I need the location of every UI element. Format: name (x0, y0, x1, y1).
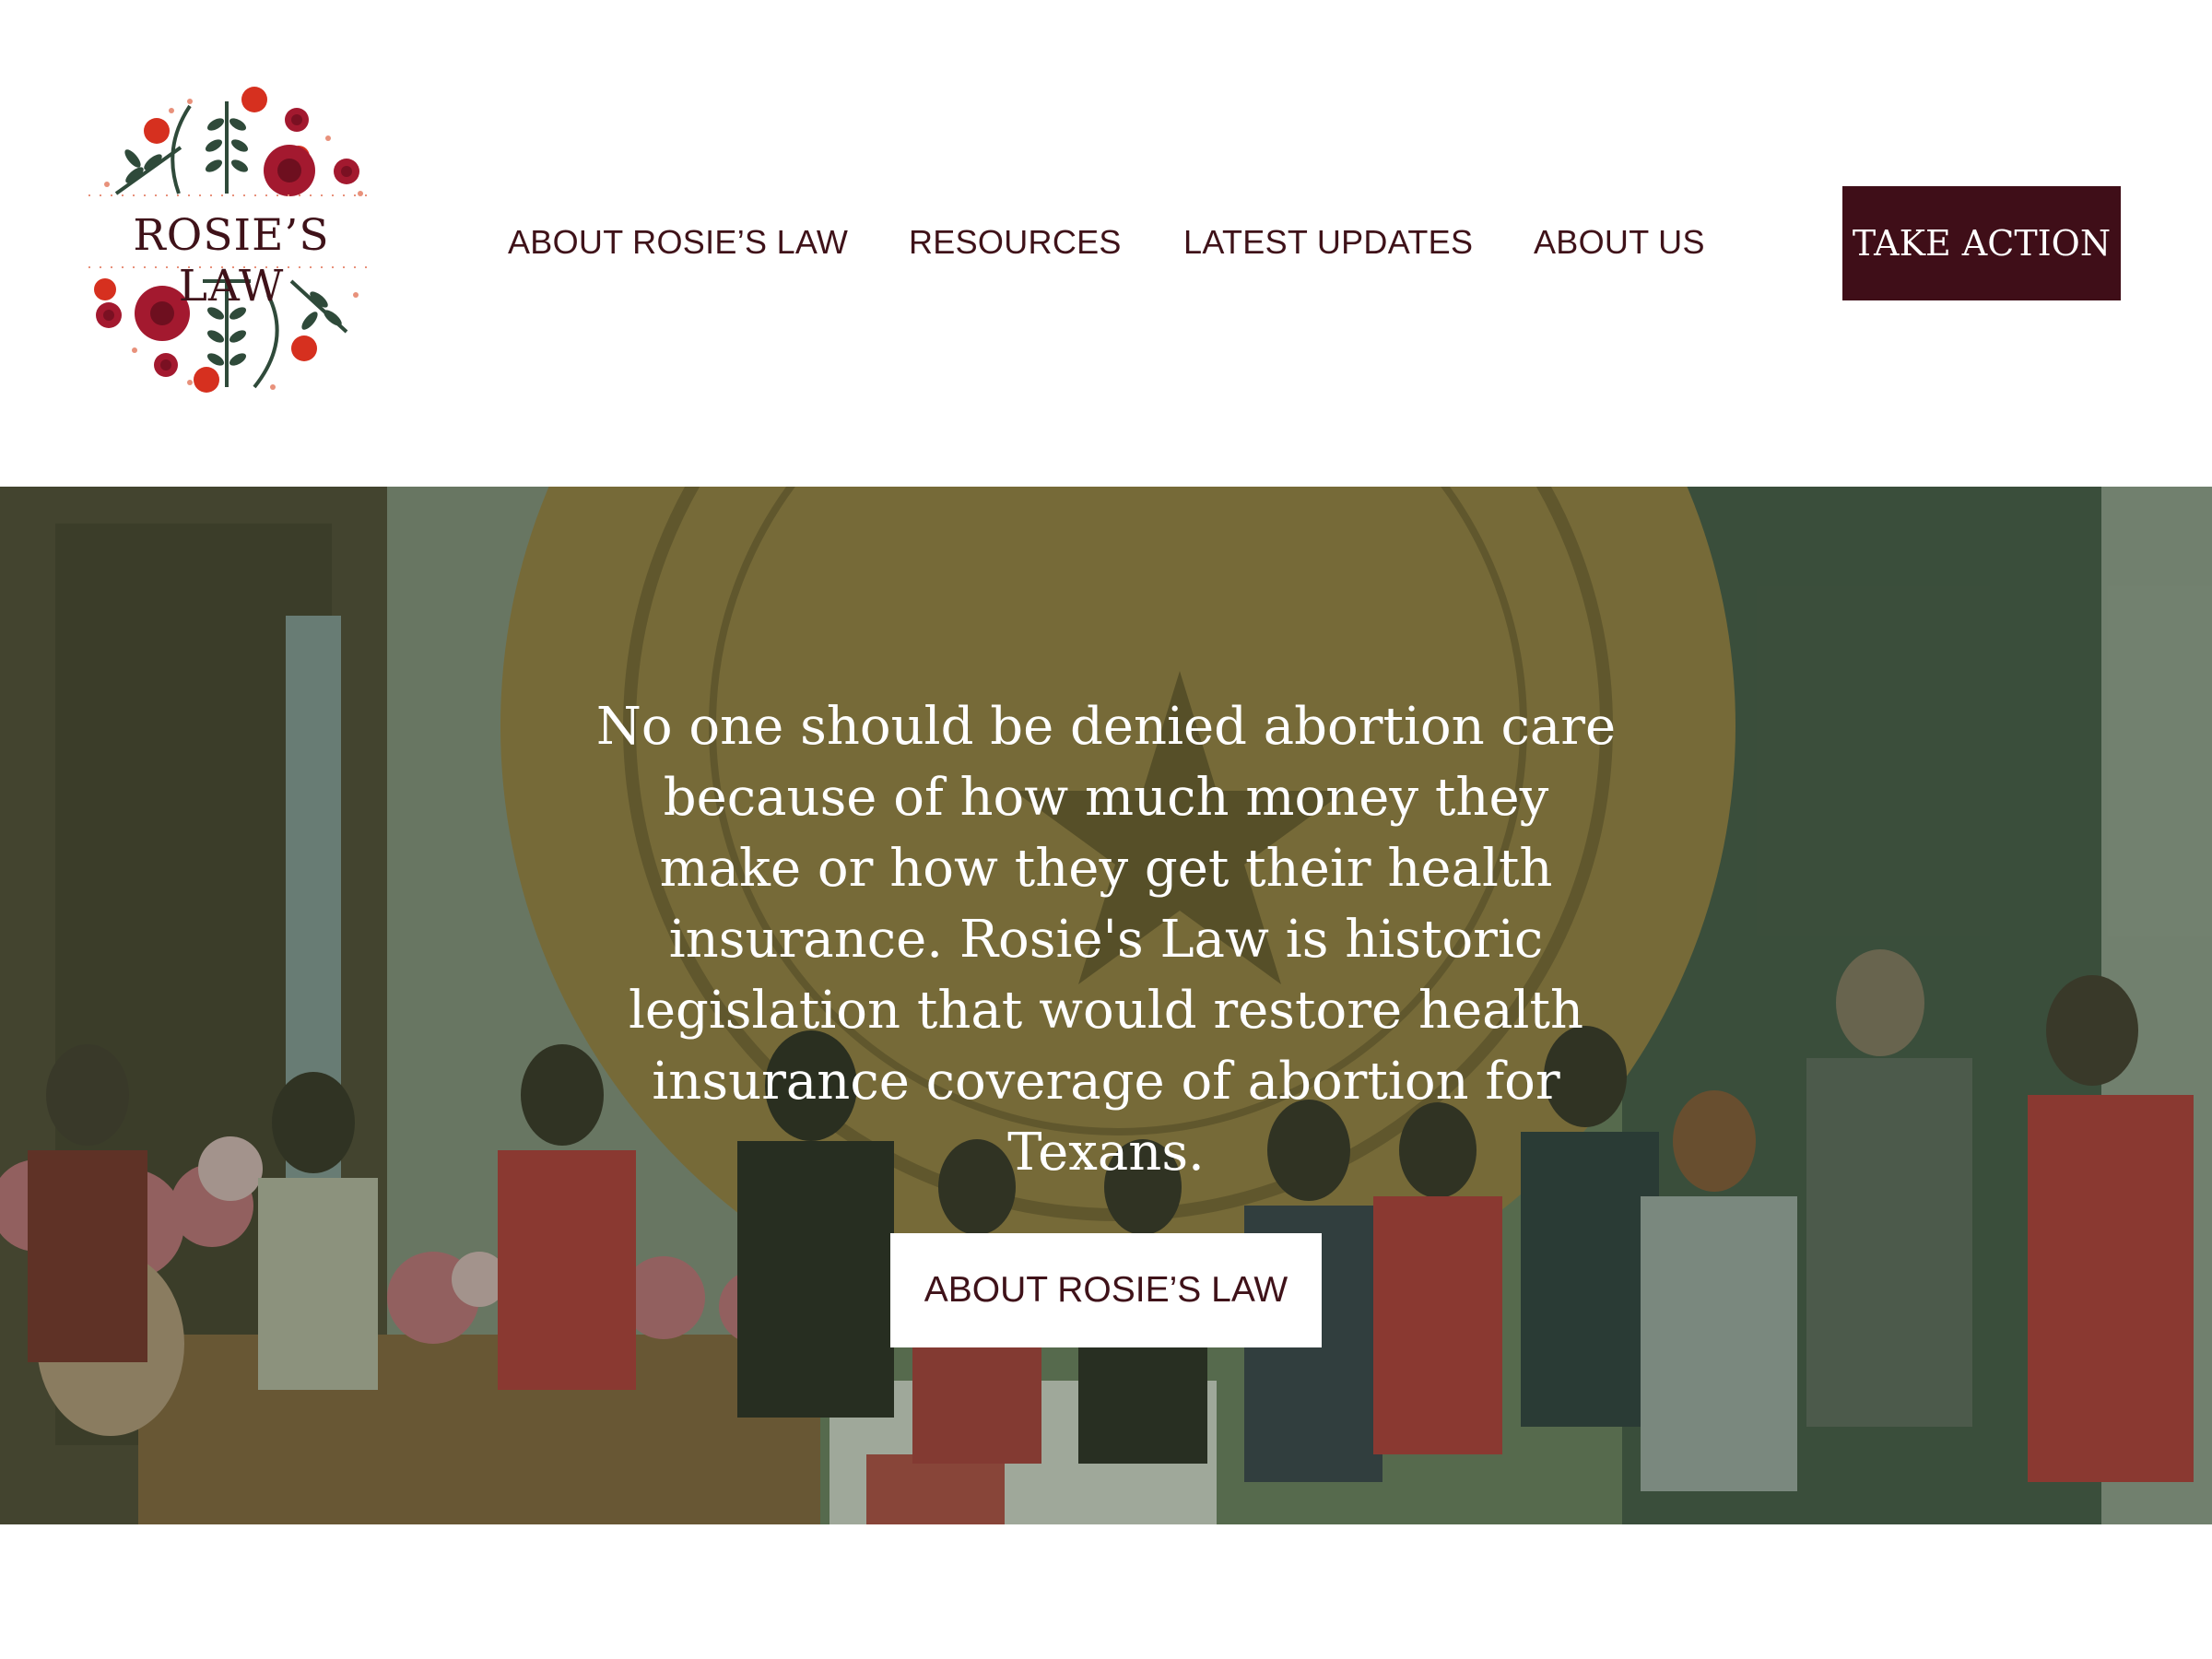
about-rosies-law-button[interactable]: ABOUT ROSIE’S LAW (890, 1233, 1322, 1347)
hero-section: No one should be denied abortion care be… (0, 487, 2212, 1524)
rosies-law-logo[interactable]: ROSIE’S LAW (79, 83, 383, 401)
hero-headline: No one should be denied abortion care be… (595, 697, 1617, 1182)
nav-latest-updates[interactable]: LATEST UPDATES (1183, 218, 1473, 267)
nav-resources[interactable]: RESOURCES (909, 218, 1122, 267)
take-action-button[interactable]: TAKE ACTION (1842, 186, 2121, 300)
site-header: ROSIE’S LAW ABOUT ROSIE’S LAW RESOURCES … (0, 0, 2212, 487)
nav-about-rosies-law[interactable]: ABOUT ROSIE’S LAW (508, 218, 848, 267)
logo-wordmark: ROSIE’S LAW (133, 210, 330, 312)
page-bottom-spacer (0, 1524, 2212, 1659)
nav-about-us[interactable]: ABOUT US (1534, 218, 1705, 267)
